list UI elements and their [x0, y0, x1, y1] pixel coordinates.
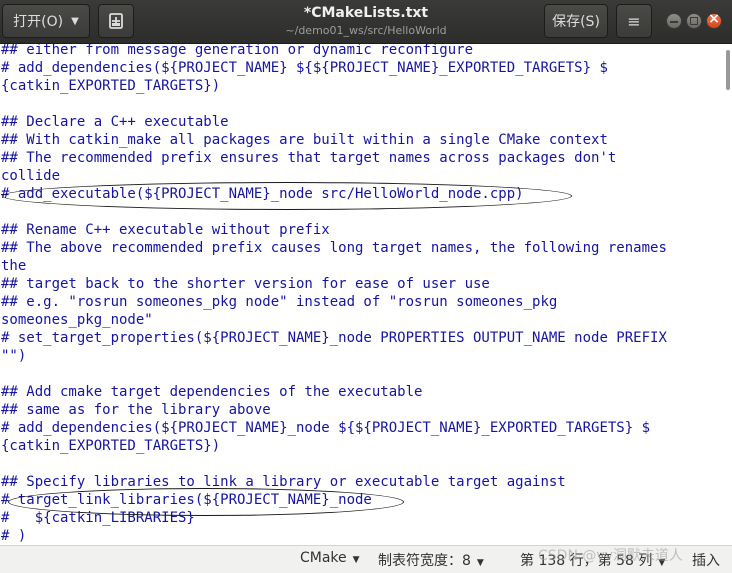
chevron-down-icon: ▼ [352, 555, 360, 565]
code-line: "") [1, 348, 27, 364]
code-line: # target_link_libraries(${PROJECT_NAME}_… [1, 492, 372, 508]
chevron-down-icon: ▼ [71, 15, 79, 27]
maximize-icon[interactable] [686, 13, 702, 29]
open-button[interactable]: 打开(O) ▼ [2, 4, 90, 38]
insert-mode: 插入 [692, 553, 720, 569]
new-document-icon [109, 13, 123, 29]
minimize-icon[interactable] [666, 13, 682, 29]
open-button-label: 打开(O) [13, 14, 64, 30]
code-line: ## With catkin_make all packages are bui… [1, 132, 608, 148]
code-line: collide [1, 168, 61, 184]
scrollbar-thumb[interactable] [726, 50, 730, 90]
language-selector[interactable]: CMake ▼ [300, 550, 360, 566]
code-line: the [1, 258, 27, 274]
text-editor[interactable]: ## either from message generation or dyn… [0, 44, 732, 545]
chevron-down-icon: ▼ [476, 558, 484, 568]
save-button[interactable]: 保存(S) [544, 4, 608, 38]
code-line: ## The above recommended prefix causes l… [1, 240, 667, 256]
code-line: ## same as for the library above [1, 402, 271, 418]
language-label: CMake [300, 550, 347, 566]
code-line: someones_pkg_node" [1, 312, 153, 328]
close-icon[interactable] [706, 11, 722, 29]
code-line: ## e.g. "rosrun someones_pkg node" inste… [1, 294, 558, 310]
code-line: ## target back to the shorter version fo… [1, 276, 490, 292]
code-line: # set_target_properties(${PROJECT_NAME}_… [1, 330, 667, 346]
code-line: # ) [1, 528, 27, 544]
code-line: {catkin_EXPORTED_TARGETS}) [1, 438, 221, 454]
code-line: ## Rename C++ executable without prefix [1, 222, 330, 238]
hamburger-menu-icon[interactable]: ≡ [616, 4, 652, 38]
code-line: ## Add cmake target dependencies of the … [1, 384, 423, 400]
new-document-button[interactable] [98, 4, 134, 38]
vertical-scrollbar[interactable] [725, 44, 730, 545]
code-line: ## either from message generation or dyn… [1, 44, 474, 58]
watermark: CSDN @vv洞默未道人 [538, 548, 683, 564]
code-line: # add_executable(${PROJECT_NAME}_node sr… [1, 186, 524, 202]
code-line: ## Specify libraries to link a library o… [1, 474, 566, 490]
code-line: # add_dependencies(${PROJECT_NAME}_node … [1, 420, 651, 436]
code-line: ## The recommended prefix ensures that t… [1, 150, 617, 166]
code-line: {catkin_EXPORTED_TARGETS}) [1, 78, 221, 94]
tab-width-selector[interactable]: 制表符宽度：8 ▼ [378, 550, 484, 570]
code-line: ## Declare a C++ executable [1, 114, 229, 130]
code-line: # add_dependencies(${PROJECT_NAME} ${${P… [1, 60, 608, 76]
code-line: # ${catkin_LIBRARIES} [1, 510, 195, 526]
tab-width-label: 制表符宽度：8 [378, 553, 471, 569]
header-bar: 打开(O) ▼ *CMakeLists.txt ~/demo01_ws/src/… [0, 0, 732, 44]
